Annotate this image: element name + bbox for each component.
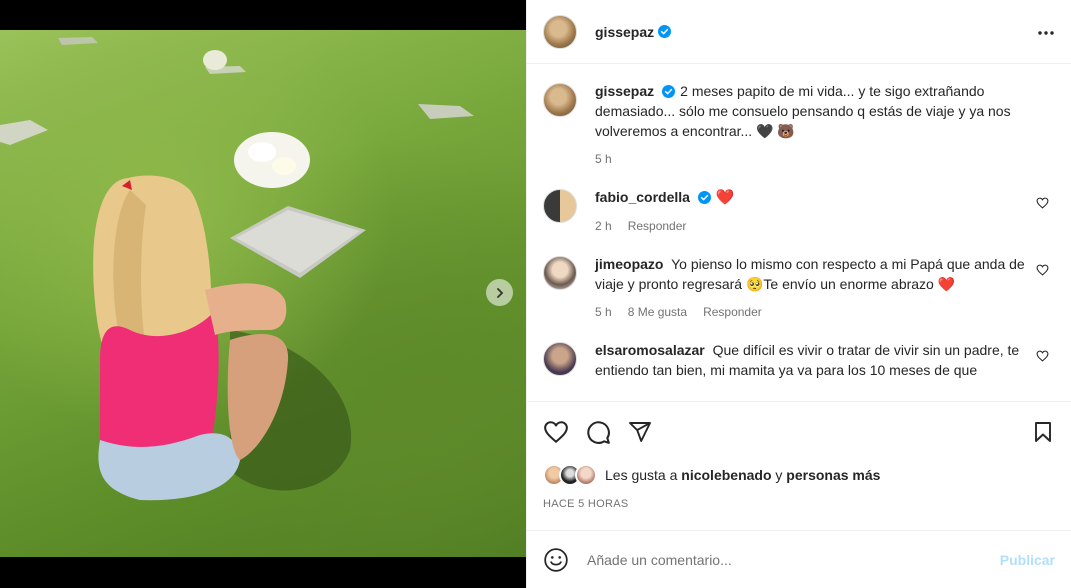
caption-body: gissepaz 2 meses papito de mi vida... y t…	[595, 81, 1055, 169]
comment-like-heart-icon[interactable]	[1036, 264, 1049, 276]
caption: gissepaz 2 meses papito de mi vida... y t…	[543, 81, 1055, 169]
more-options-button[interactable]	[1037, 23, 1055, 41]
comment-like-heart-icon[interactable]	[1036, 350, 1049, 362]
likes-connector: y	[775, 467, 783, 483]
likes-summary: Les gusta a nicolebenado y personas más	[543, 464, 1055, 486]
comment-body: fabio_cordella ❤️ 2 h Responder	[595, 187, 1055, 236]
comment-avatar[interactable]	[543, 256, 577, 290]
post-actions: Les gusta a nicolebenado y personas más …	[527, 401, 1071, 510]
comment-meta: 2 h Responder	[595, 216, 1025, 236]
post-media	[0, 0, 526, 588]
verified-badge-icon	[658, 25, 672, 38]
comment-text: ❤️	[715, 189, 735, 206]
action-row	[543, 418, 1055, 446]
comment-time[interactable]: 5 h	[595, 302, 612, 322]
comment-avatar[interactable]	[543, 342, 577, 376]
likes-user[interactable]: nicolebenado	[681, 467, 771, 483]
verified-badge-icon	[662, 85, 676, 98]
like-avatar[interactable]	[575, 464, 597, 486]
comment-like-heart-icon[interactable]	[1036, 197, 1049, 209]
photo-illustration	[0, 37, 474, 501]
comment-body: elsaromosalazar Que difícil es vivir o t…	[595, 340, 1055, 380]
likes-avatars	[543, 464, 597, 486]
caption-username[interactable]: gissepaz	[595, 83, 654, 99]
author-avatar[interactable]	[543, 14, 577, 49]
post-panel: gissepaz gissepaz 2 meses papito de mi vi…	[526, 0, 1071, 588]
comment-time[interactable]: 2 h	[595, 216, 612, 236]
caption-avatar[interactable]	[543, 83, 577, 117]
reply-button[interactable]: Responder	[703, 302, 762, 322]
verified-badge-icon	[697, 191, 711, 204]
caption-time[interactable]: 5 h	[595, 149, 612, 169]
comment-body: jimeopazo Yo pienso lo mismo con respect…	[595, 254, 1055, 322]
post-header: gissepaz	[527, 0, 1071, 64]
more-options-icon	[1038, 30, 1054, 35]
chevron-right-icon	[496, 287, 503, 298]
heart-icon[interactable]	[543, 420, 569, 444]
comment-item: jimeopazo Yo pienso lo mismo con respect…	[543, 254, 1055, 322]
post-timestamp[interactable]: HACE 5 HORAS	[543, 498, 1055, 510]
author-username[interactable]: gissepaz	[595, 24, 654, 40]
bookmark-icon[interactable]	[1031, 419, 1055, 445]
caption-text: 2 meses papito de mi vida... y te sigo e…	[595, 83, 1011, 139]
add-comment-bar: Publicar	[527, 530, 1071, 588]
likes-prefix: Les gusta a	[605, 467, 678, 483]
emoji-icon[interactable]	[543, 547, 569, 573]
reply-button[interactable]: Responder	[628, 216, 687, 236]
comment-username[interactable]: fabio_cordella	[595, 189, 690, 205]
share-icon[interactable]	[627, 420, 653, 444]
comment-meta: 5 h 8 Me gusta Responder	[595, 302, 1025, 322]
post-photo[interactable]	[0, 30, 526, 557]
comment-username[interactable]: elsaromosalazar	[595, 342, 705, 358]
comment-icon[interactable]	[585, 419, 611, 445]
comment-avatar[interactable]	[543, 189, 577, 223]
comments-list[interactable]: gissepaz 2 meses papito de mi vida... y t…	[527, 65, 1071, 401]
publish-button[interactable]: Publicar	[1000, 552, 1055, 568]
comment-likes[interactable]: 8 Me gusta	[628, 302, 687, 322]
carousel-next-button[interactable]	[486, 279, 513, 306]
comment-username[interactable]: jimeopazo	[595, 256, 663, 272]
comment-input[interactable]	[587, 551, 1000, 568]
likes-others[interactable]: personas más	[786, 467, 880, 483]
comment-item: elsaromosalazar Que difícil es vivir o t…	[543, 340, 1055, 380]
comment-item: fabio_cordella ❤️ 2 h Responder	[543, 187, 1055, 236]
caption-meta: 5 h	[595, 149, 1045, 169]
